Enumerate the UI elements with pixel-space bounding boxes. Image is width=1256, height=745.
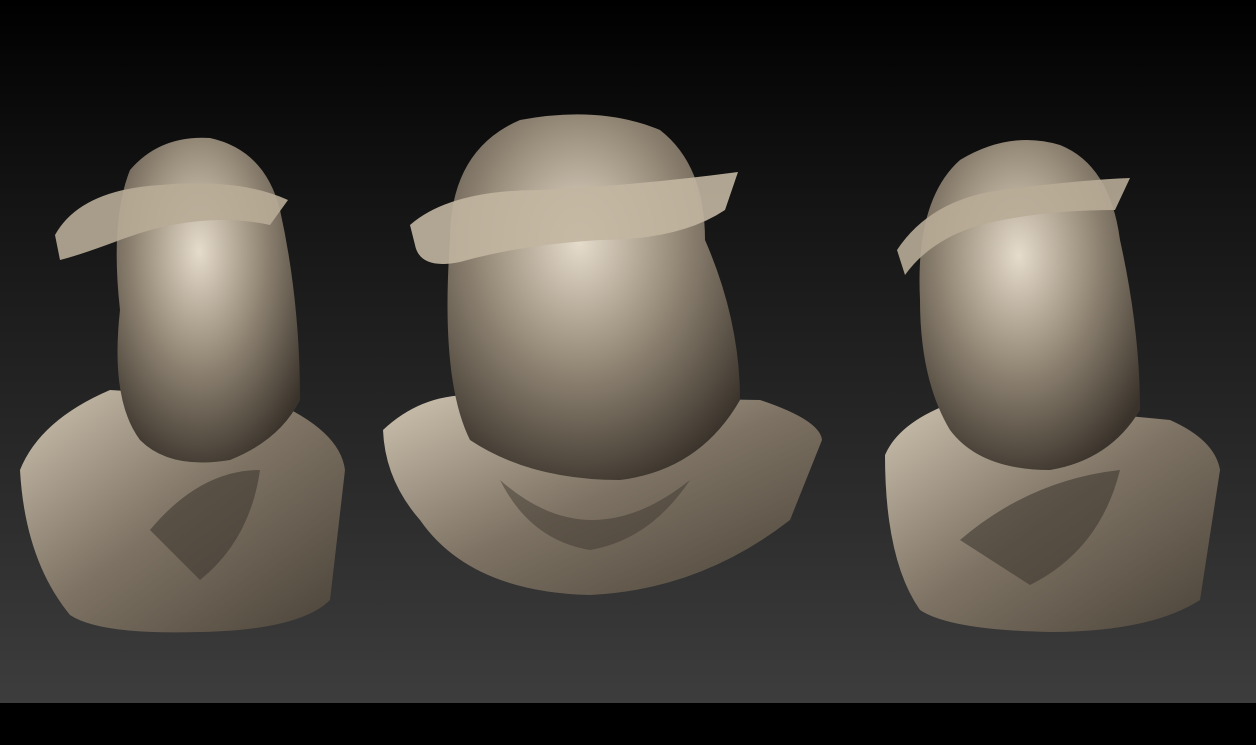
render-canvas <box>0 0 1256 745</box>
bust-center <box>383 114 822 595</box>
bust-left <box>20 137 345 633</box>
bottom-black-bar <box>0 703 1256 745</box>
bust-right <box>885 140 1220 632</box>
busts-render <box>20 114 1220 633</box>
